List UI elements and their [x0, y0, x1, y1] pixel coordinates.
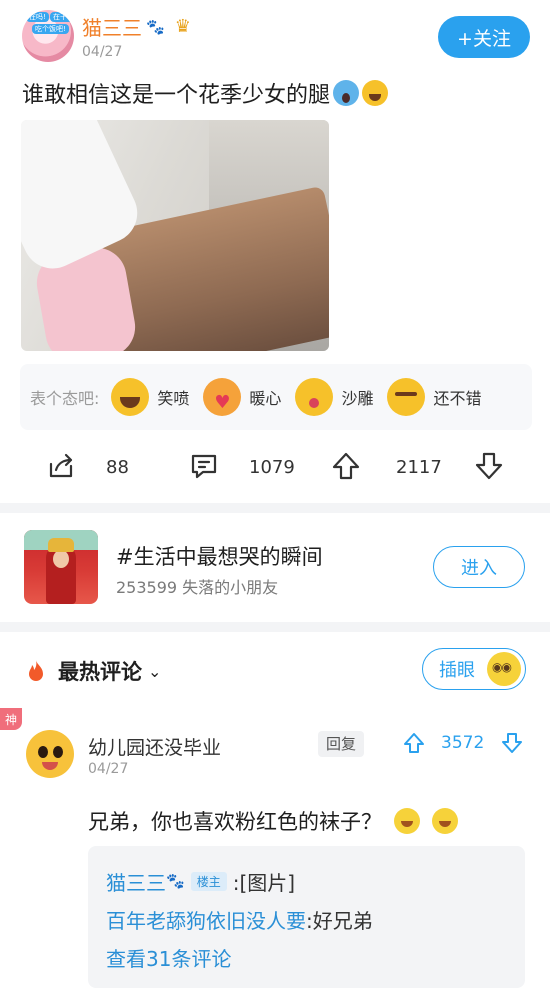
crown-icon: ♛: [174, 16, 191, 37]
sub-replies-box: 猫三三 🐾 楼主 :[图片] 百年老舔狗依旧没人要 :好兄弟 查看31条评论: [88, 846, 525, 988]
view-more-label: 查看31条评论: [106, 946, 232, 971]
comment-date: 04/27: [88, 761, 129, 777]
avatar-badge: 在干嘛!: [50, 12, 74, 22]
post-photo[interactable]: [21, 120, 329, 351]
post-author[interactable]: 猫三三 🐾 ♛: [82, 12, 191, 41]
laughing-emoji-icon: [111, 378, 150, 416]
smile-emoji-icon: [432, 808, 458, 834]
op-badge: 楼主: [190, 871, 227, 891]
comment-downvote-icon[interactable]: [500, 731, 524, 755]
comment-count: 1079: [249, 457, 295, 478]
view-more-replies[interactable]: 查看31条评论: [106, 938, 507, 976]
post-action-bar: 88 1079 2117: [0, 440, 550, 496]
reaction-label: 笑喷: [157, 389, 190, 408]
post-text-content: 谁敢相信这是一个花季少女的腿: [22, 83, 331, 108]
reaction-silly[interactable]: 沙雕: [295, 378, 373, 416]
author-name: 猫三三: [82, 16, 142, 40]
follow-button[interactable]: +关注: [438, 16, 530, 58]
sub-reply[interactable]: 百年老舔狗依旧没人要 :好兄弟: [106, 900, 507, 938]
commenter-avatar[interactable]: [26, 730, 74, 778]
reaction-label: 还不错: [433, 389, 482, 408]
avatar-eye-shape: [53, 746, 63, 758]
avatar-badge: 在吗!: [26, 12, 49, 22]
smug-emoji-icon: [387, 378, 426, 416]
thumbnail-headdress-shape: [48, 538, 74, 552]
insert-eye-label: 插眼: [439, 660, 475, 681]
sub-reply[interactable]: 猫三三 🐾 楼主 :[图片]: [106, 862, 507, 900]
sub-reply-author[interactable]: 猫三三: [106, 867, 166, 896]
crying-icon: [362, 80, 389, 106]
flame-icon: [29, 660, 43, 681]
reaction-label: 沙雕: [341, 389, 374, 408]
reaction-laugh[interactable]: 笑喷: [111, 378, 189, 416]
comment-upvote-icon[interactable]: [402, 731, 426, 755]
heart-hug-emoji-icon: [203, 378, 242, 416]
post-text: 谁敢相信这是一个花季少女的腿: [22, 77, 389, 109]
comment-text: 兄弟，你也喜欢粉红色的袜子？: [88, 806, 458, 836]
avatar-badge: 吃个饭吧!: [32, 24, 69, 34]
commenter-name[interactable]: 幼儿园还没毕业: [88, 733, 221, 760]
author-avatar[interactable]: 在吗! 在干嘛! 吃个饭吧!: [22, 10, 74, 62]
comment-vote-count: 3572: [441, 733, 485, 753]
comment-text-content: 兄弟，你也喜欢粉红色的袜子？: [88, 810, 382, 834]
hot-comments-sort[interactable]: 最热评论 ⌄: [26, 656, 161, 686]
hot-comments-title: 最热评论: [58, 660, 142, 684]
comment-icon[interactable]: [188, 450, 220, 482]
reaction-notbad[interactable]: 还不错: [387, 378, 481, 416]
god-comment-badge: 神: [0, 708, 22, 730]
smile-emoji-icon: [394, 808, 420, 834]
chevron-down-icon: ⌄: [148, 661, 162, 681]
share-icon[interactable]: [45, 450, 77, 482]
upvote-count: 2117: [396, 457, 442, 478]
reply-button[interactable]: 回复: [318, 731, 365, 757]
sub-reply-text: :好兄弟: [306, 908, 373, 933]
topic-subtitle: 253599 失落的小朋友: [116, 578, 279, 597]
topic-title[interactable]: #生活中最想哭的瞬间: [116, 541, 323, 571]
upvote-icon[interactable]: [330, 450, 362, 482]
reaction-warm[interactable]: 暖心: [203, 378, 281, 416]
downvote-icon[interactable]: [473, 450, 505, 482]
avatar-eye-shape: [38, 746, 48, 758]
post-date: 04/27: [82, 44, 123, 60]
thumbnail-face-shape: [53, 550, 69, 568]
share-count: 88: [106, 457, 129, 478]
scream-icon: [333, 80, 360, 106]
paw-icon: 🐾: [166, 872, 185, 890]
silly-emoji-icon: [295, 378, 334, 416]
glasses-emoji-icon: [487, 652, 521, 686]
enter-topic-button[interactable]: 进入: [433, 546, 525, 588]
sub-reply-author[interactable]: 百年老舔狗依旧没人要: [106, 905, 306, 934]
reaction-bar: 表个态吧: 笑喷 暖心 沙雕 还不错: [20, 364, 532, 430]
topic-thumbnail[interactable]: [24, 530, 98, 604]
section-divider: [0, 622, 550, 632]
sub-reply-text: :[图片]: [232, 870, 296, 895]
paw-icon: 🐾: [146, 17, 165, 36]
reaction-prompt: 表个态吧:: [30, 389, 100, 408]
section-divider: [0, 503, 550, 513]
avatar-mouth-shape: [42, 762, 58, 770]
reaction-label: 暖心: [249, 389, 282, 408]
insert-eye-button[interactable]: 插眼: [422, 648, 526, 690]
